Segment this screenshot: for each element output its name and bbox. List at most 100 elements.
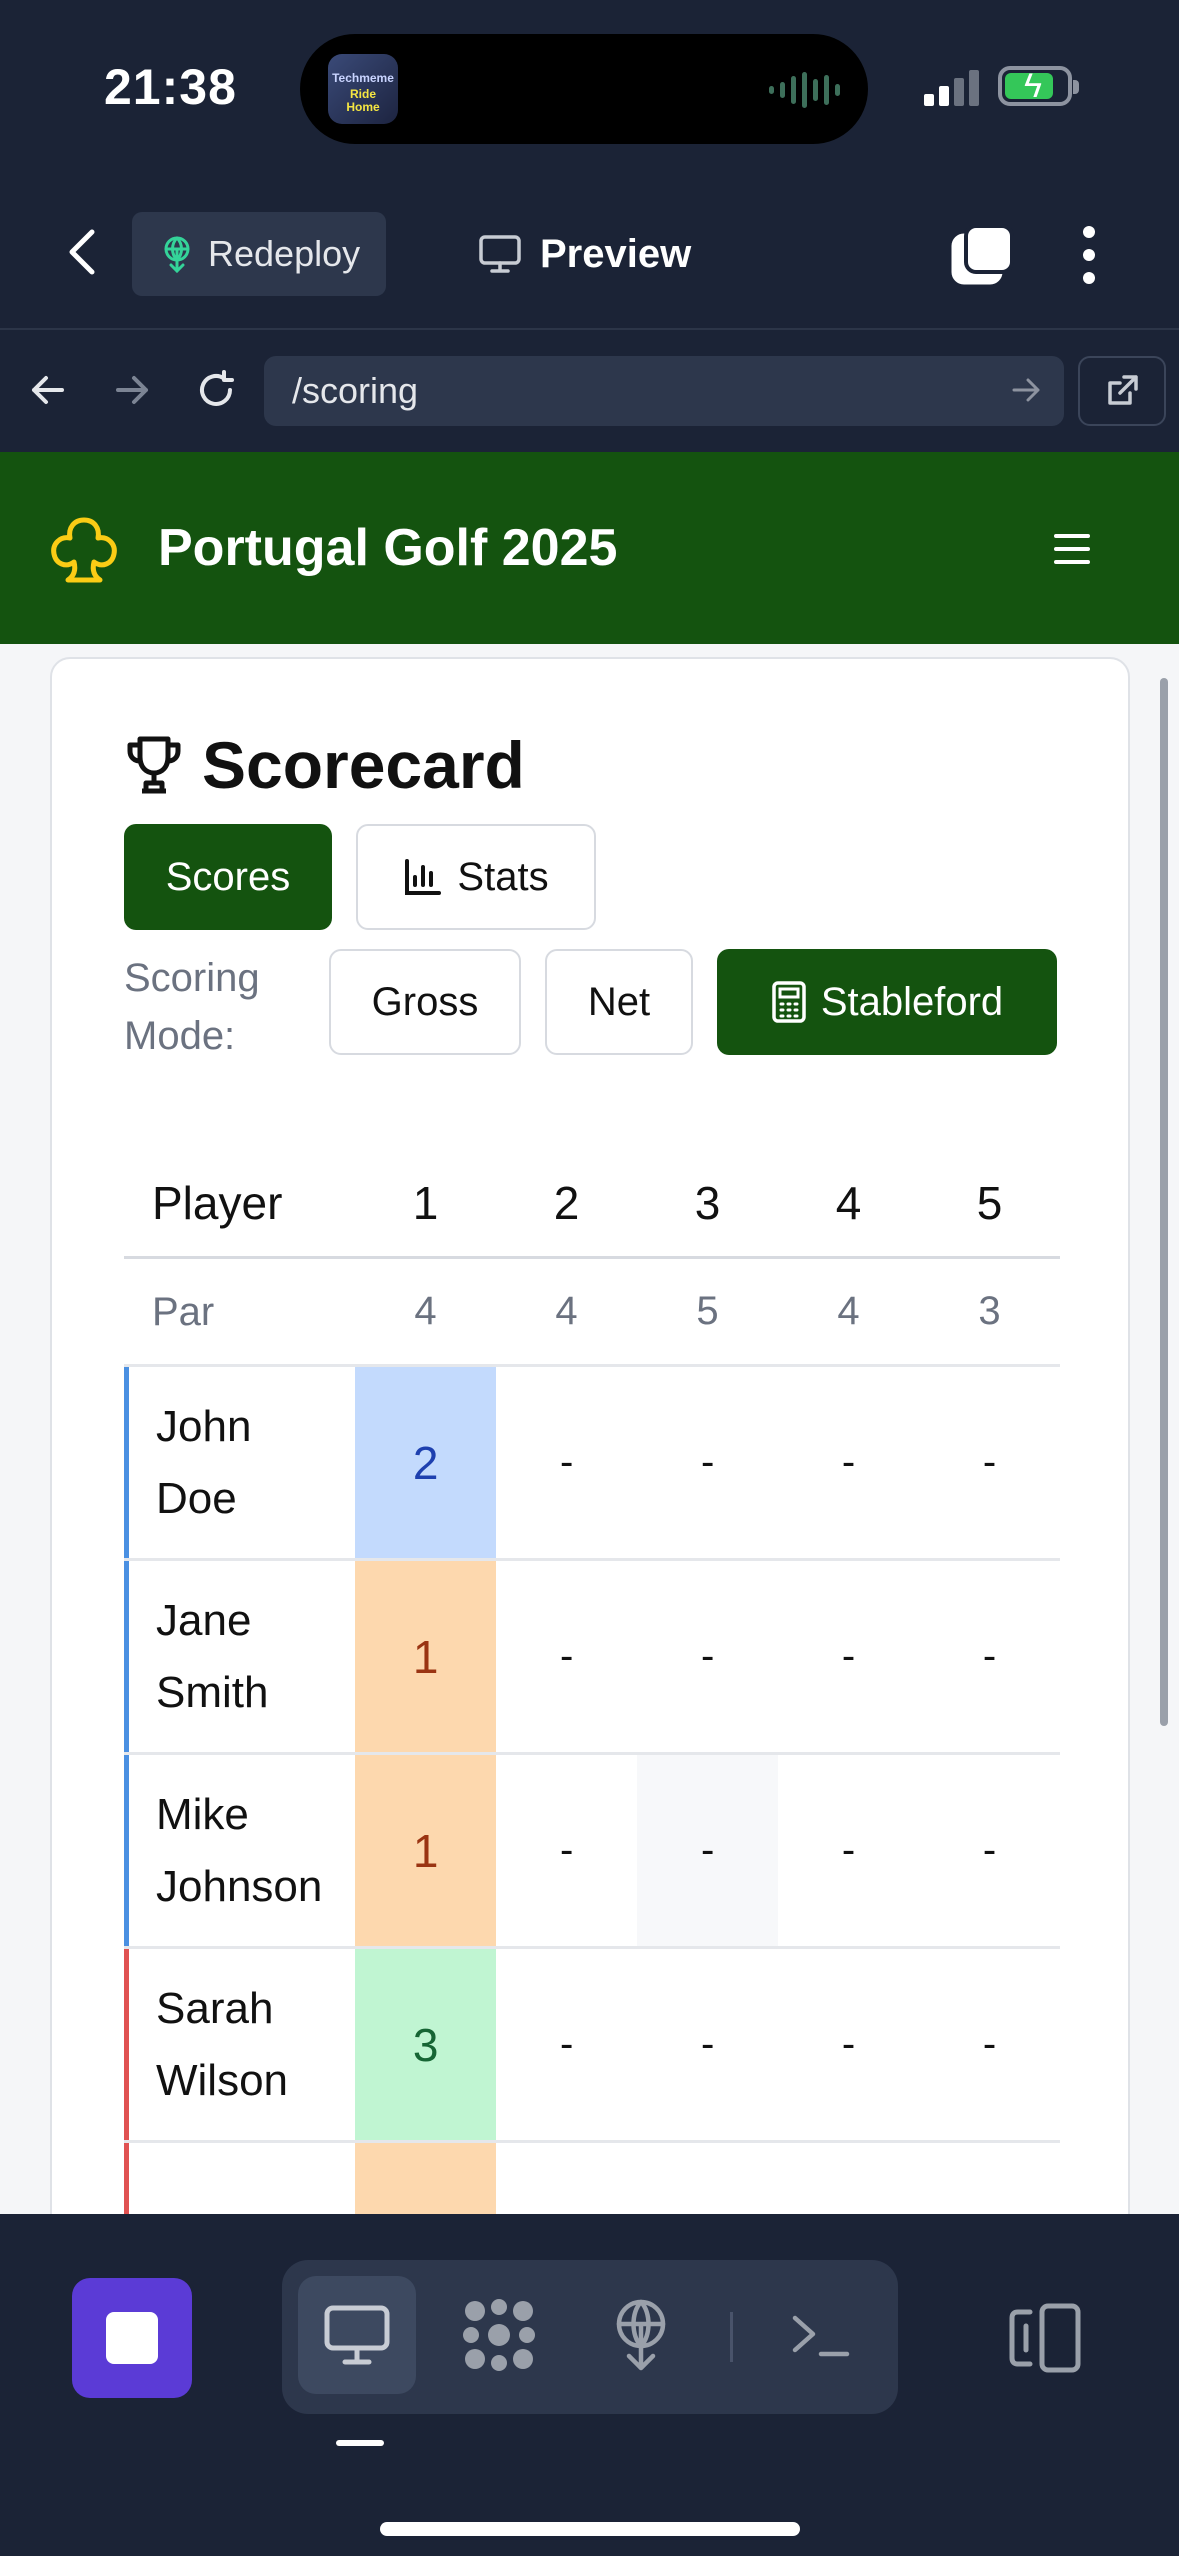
score-cell[interactable] xyxy=(637,2143,778,2214)
score-value: 2 xyxy=(412,1436,439,1489)
scorecard-card: Scorecard Scores Stats Scoring Mode: Gro… xyxy=(50,657,1130,2214)
artwork-line-2: Ride Home xyxy=(346,87,380,114)
dock-preview-button[interactable] xyxy=(298,2276,416,2394)
score-cell[interactable]: - xyxy=(637,1561,778,1752)
table-row: Mike Johnson 1 - - - - xyxy=(124,1755,1060,1949)
score-cell[interactable]: 3 xyxy=(355,1949,497,2140)
score-value: - xyxy=(982,1440,997,1484)
dynamic-island[interactable]: Techmeme Ride Home xyxy=(300,34,868,144)
player-first-name: John xyxy=(156,1401,252,1451)
home-indicator[interactable] xyxy=(380,2522,800,2536)
score-cell[interactable]: - xyxy=(778,1561,919,1752)
redeploy-button[interactable]: Redeploy xyxy=(132,212,386,296)
cellular-signal-icon xyxy=(924,70,979,106)
team-color-bar xyxy=(124,1949,129,2140)
score-cell[interactable]: - xyxy=(496,1755,637,1946)
score-cell[interactable]: - xyxy=(919,1949,1060,2140)
hole-header: 2 xyxy=(553,1176,580,1229)
page-scrollbar[interactable] xyxy=(1160,678,1168,1726)
tab-stats[interactable]: Stats xyxy=(356,824,596,930)
score-value: - xyxy=(841,1828,856,1872)
scorecard-title: Scorecard xyxy=(202,728,525,802)
url-input[interactable]: /scoring xyxy=(264,356,1064,426)
score-value: - xyxy=(559,2022,574,2066)
score-value: - xyxy=(559,1440,574,1484)
score-cell[interactable] xyxy=(778,2143,919,2214)
score-value: - xyxy=(841,2022,856,2066)
player-last-name: Wilson xyxy=(156,2055,289,2105)
dock-apps-button[interactable] xyxy=(440,2276,558,2394)
bottom-dock xyxy=(0,2214,1179,2556)
score-cell[interactable]: - xyxy=(637,1755,779,1946)
app-toolbar: Redeploy Preview xyxy=(0,170,1179,330)
open-external-button[interactable] xyxy=(1078,356,1166,426)
score-cell[interactable]: - xyxy=(919,1755,1060,1946)
active-mode-indicator xyxy=(336,2440,384,2446)
site-title: Portugal Golf 2025 xyxy=(158,519,618,577)
team-color-bar xyxy=(124,1561,129,1752)
calculator-icon xyxy=(772,981,806,1023)
mode-stableford-label: Stableford xyxy=(820,979,1004,1024)
tab-scores[interactable]: Scores xyxy=(124,824,332,930)
stop-icon xyxy=(106,2312,158,2364)
preview-label: Preview xyxy=(540,231,692,276)
external-link-icon xyxy=(1108,375,1138,405)
mode-net-button[interactable]: Net xyxy=(545,949,693,1055)
score-cell[interactable]: - xyxy=(637,1949,778,2140)
score-cell[interactable]: - xyxy=(778,1949,919,2140)
browser-forward-button[interactable] xyxy=(102,360,162,420)
score-cell[interactable] xyxy=(355,2143,497,2214)
tabs-icon xyxy=(951,224,1014,285)
player-rows: John Doe 2 - - - - Jane Smith 1 - - - - Mike Johnson 1 - -… xyxy=(124,1367,1060,2214)
url-text: /scoring xyxy=(292,370,419,411)
score-cell[interactable]: - xyxy=(919,1367,1060,1558)
score-cell[interactable]: 1 xyxy=(355,1561,497,1752)
menu-button[interactable] xyxy=(1054,534,1090,564)
stop-button[interactable] xyxy=(72,2278,192,2398)
back-button[interactable] xyxy=(58,222,108,282)
score-cell[interactable]: - xyxy=(778,1755,919,1946)
score-value: - xyxy=(982,2022,997,2066)
player-name: Jane Smith xyxy=(124,1561,355,1752)
battery-icon: ϟ xyxy=(998,66,1079,106)
player-last-name: Johnson xyxy=(156,1861,323,1911)
par-value: 5 xyxy=(696,1289,719,1333)
par-value: 4 xyxy=(837,1289,860,1333)
score-value: 1 xyxy=(412,1630,439,1683)
monitor-icon xyxy=(479,235,521,273)
mode-gross-label: Gross xyxy=(371,979,479,1024)
tabs-button[interactable] xyxy=(950,222,1016,288)
score-value: - xyxy=(700,1828,715,1872)
preview-tab[interactable]: Preview xyxy=(478,212,691,296)
score-cell[interactable]: - xyxy=(919,1561,1060,1752)
more-vertical-icon xyxy=(1083,226,1095,238)
go-arrow-icon[interactable] xyxy=(1006,370,1046,410)
scorecard-heading: Scorecard xyxy=(124,727,525,803)
score-cell[interactable]: - xyxy=(778,1367,919,1558)
player-name: John Doe xyxy=(124,1367,355,1558)
hole-header: 4 xyxy=(835,1176,862,1229)
now-playing-artwork: Techmeme Ride Home xyxy=(328,54,398,124)
mode-gross-button[interactable]: Gross xyxy=(329,949,521,1055)
site-header: Portugal Golf 2025 xyxy=(0,452,1179,644)
score-value: - xyxy=(841,1440,856,1484)
dock-deploy-button[interactable] xyxy=(582,2276,700,2394)
score-cell[interactable] xyxy=(919,2143,1060,2214)
par-value: 4 xyxy=(414,1289,437,1333)
score-cell[interactable]: - xyxy=(637,1367,778,1558)
score-cell[interactable]: - xyxy=(496,1561,637,1752)
score-cell[interactable] xyxy=(496,2143,637,2214)
score-value: - xyxy=(559,1828,574,1872)
reload-button[interactable] xyxy=(186,360,246,420)
browser-url-bar: /scoring xyxy=(0,330,1179,452)
score-cell[interactable]: - xyxy=(496,1367,637,1558)
status-bar: 21:38 Techmeme Ride Home ϟ xyxy=(0,0,1179,170)
panel-toggle-button[interactable] xyxy=(1004,2300,1084,2376)
score-cell[interactable]: - xyxy=(496,1949,637,2140)
more-options-button[interactable] xyxy=(1074,222,1104,288)
score-cell[interactable]: 2 xyxy=(355,1367,497,1558)
browser-back-button[interactable] xyxy=(18,360,78,420)
dock-terminal-button[interactable] xyxy=(762,2276,880,2394)
score-cell[interactable]: 1 xyxy=(355,1755,497,1946)
mode-stableford-button[interactable]: Stableford xyxy=(717,949,1057,1055)
